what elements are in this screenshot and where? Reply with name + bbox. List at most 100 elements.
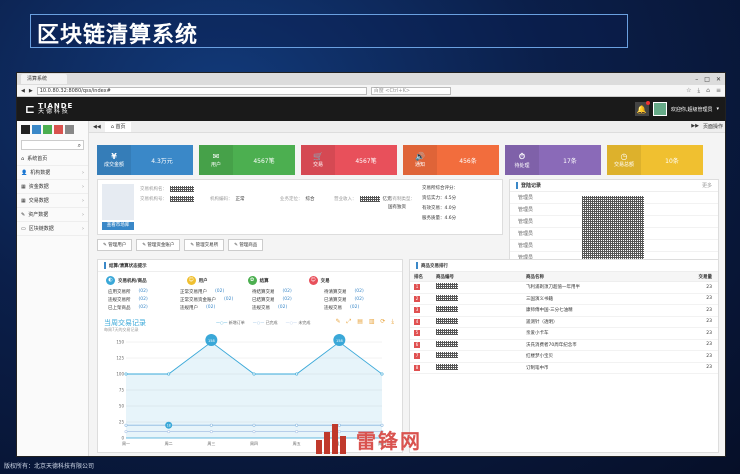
menu-icon[interactable]: ≡: [716, 87, 721, 95]
sidebar-item-label: 区块链数据: [28, 226, 54, 232]
minimize-icon[interactable]: –: [695, 76, 698, 83]
rank-row[interactable]: 2 三国演义书籍 23: [410, 294, 718, 305]
settle-item[interactable]: 已上架商品 (02): [108, 305, 180, 311]
settle-item[interactable]: 待清算交易 (02): [324, 289, 396, 295]
settle-item[interactable]: 违规交易 (02): [324, 305, 396, 311]
page-ops-menu[interactable]: 页面操作: [703, 123, 723, 130]
sidebar-item-label: 交易数据: [28, 198, 49, 204]
product-name: 沃氏消费者70周年纪念币: [526, 342, 577, 348]
stat-card[interactable]: 🛒 交易 4567笔: [301, 145, 397, 175]
blurred-code: [436, 340, 458, 347]
url-input[interactable]: 10.0.80.32:8080/qss/index#: [36, 86, 367, 95]
trade-volume: 23: [706, 353, 712, 359]
theme-swatch-green[interactable]: [43, 125, 52, 134]
stat-label: 成交金额: [103, 162, 124, 168]
info-key: 交易机构号：: [140, 197, 167, 202]
scroll-right-icon[interactable]: ▶▶: [691, 123, 699, 130]
settle-item[interactable]: 违规交易所 (02): [108, 297, 180, 303]
maximize-icon[interactable]: □: [704, 76, 710, 83]
settle-item[interactable]: 应用交易所 (02): [108, 289, 180, 295]
rank-row[interactable]: 6 沃氏消费者70周年纪念币 23: [410, 340, 718, 351]
blurred-value: [170, 186, 194, 192]
avatar[interactable]: [652, 102, 667, 116]
settle-item[interactable]: 违规交易 (02): [252, 305, 324, 311]
theme-swatches: [17, 121, 88, 138]
chevron-down-icon[interactable]: ▾: [716, 106, 719, 112]
manage-products-button[interactable]: ✎ 管理商品: [228, 239, 264, 251]
sidebar-item-blockchain[interactable]: ▭ 区块链数据 ›: [17, 222, 88, 236]
view-market-button[interactable]: 查看市场库: [102, 222, 134, 230]
settle-item[interactable]: 违规用户 (02): [180, 305, 252, 311]
manage-exchanges-button[interactable]: ✎ 管理交易所: [184, 239, 225, 251]
stat-card[interactable]: ⏱ 待处理 17条: [505, 145, 601, 175]
settle-item[interactable]: 正常交易资金账户 (02): [180, 297, 252, 303]
manage-users-button[interactable]: ✎ 管理用户: [97, 239, 133, 251]
rank-row[interactable]: 8 订制笔中币 23: [410, 363, 718, 374]
rank-number: 6: [414, 341, 420, 348]
browser-tab[interactable]: 清算系统: [21, 74, 68, 84]
rank-row[interactable]: 3 康师傅中国-三分七油精 23: [410, 305, 718, 317]
manage-accounts-button[interactable]: ✎ 管理资金账户: [136, 239, 181, 251]
settle-item[interactable]: 正常交易用户 (02): [180, 289, 252, 295]
rank-row[interactable]: 5 亲爱小卡车 23: [410, 328, 718, 340]
stat-card[interactable]: 🔊 通知 456条: [403, 145, 499, 175]
settle-category: ☺ 交易: [308, 276, 330, 285]
home-icon[interactable]: ⌂: [706, 87, 710, 95]
browser-search-input[interactable]: 百度 <Ctrl+K>: [370, 86, 451, 95]
legend-item[interactable]: —○— 已完成: [253, 320, 278, 326]
settle-item-label: 已结算交易: [252, 298, 275, 303]
rank-row[interactable]: 1 飞利浦剃须刀超值一年用半 23: [410, 282, 718, 294]
bell-icon[interactable]: 🔔: [634, 101, 650, 116]
more-link[interactable]: 更多: [702, 182, 712, 189]
theme-swatch-red[interactable]: [54, 125, 63, 134]
browser-tabbar: 清算系统 – □ ✕: [17, 73, 725, 85]
rating-key: 有效交易：: [422, 206, 445, 211]
settle-item[interactable]: 待结算交易 (02): [252, 289, 324, 295]
sidebar-item-label: 资产数据: [28, 212, 49, 218]
settle-item[interactable]: 已清算交易 (02): [324, 297, 396, 303]
trade-volume: 23: [706, 365, 712, 371]
settle-item-count: (02): [206, 305, 216, 310]
action-buttons: ✎ 管理用户 ✎ 管理资金账户 ✎ 管理交易所 ✎ 管理商品: [97, 239, 264, 251]
rank-row[interactable]: 4 遥测针（透明） 23: [410, 317, 718, 328]
close-icon[interactable]: ✕: [716, 76, 721, 83]
legend-item[interactable]: —○— 未完成: [286, 320, 311, 326]
theme-swatch-blue[interactable]: [32, 125, 41, 134]
settle-item[interactable]: 已结算交易 (02): [252, 297, 324, 303]
blurred-value: [359, 196, 380, 202]
download-icon[interactable]: ⤓: [698, 87, 701, 95]
y-tick-label: 0: [121, 436, 124, 441]
logo-sub-text: 天 德 科 技: [38, 108, 68, 115]
stat-card[interactable]: ✉ 用户 4567笔: [199, 145, 295, 175]
stat-card[interactable]: ¥ 成交金额 4.3万元: [97, 145, 193, 175]
settle-item-label: 待清算交易: [324, 290, 347, 295]
sidebar-item-home[interactable]: ⌂ 系统首页: [17, 152, 88, 166]
sidebar-item-institutions[interactable]: 👤 机构数据 ›: [17, 166, 88, 180]
sidebar-item-trades[interactable]: ▦ 交易数据 ›: [17, 194, 88, 208]
star-icon[interactable]: ☆: [686, 87, 691, 95]
rank-row[interactable]: 7 红楼梦小宝贝 23: [410, 351, 718, 363]
chart-toolbox[interactable]: ✎ ⤢ ▤ ▥ ⟳ ⤓: [336, 318, 396, 326]
stat-card[interactable]: ◷ 交易总额 10条: [607, 145, 703, 175]
legend-item[interactable]: —○— 新增订单: [216, 320, 245, 326]
panel-title: 商品交易排行: [421, 263, 448, 269]
product-name: 飞利浦剃须刀超值一年用半: [526, 285, 580, 291]
settle-item-count: (02): [138, 289, 148, 294]
back-icon[interactable]: ◀: [21, 88, 25, 94]
search-icon[interactable]: ⌕: [78, 142, 81, 150]
sidebar-search-input[interactable]: ⌕: [21, 140, 84, 150]
stat-glyph: 🔊: [415, 152, 425, 161]
tab-home[interactable]: ⌂ 首页: [104, 121, 132, 132]
rank-number: 8: [414, 364, 420, 371]
stat-icon: ¥ 成交金额: [97, 145, 131, 175]
user-label[interactable]: 欢迎你,超级管理员: [671, 106, 713, 113]
panel-title: 登陆记录: [521, 183, 542, 189]
sidebar-item-funds[interactable]: ▦ 资金数据 ›: [17, 180, 88, 194]
theme-swatch-grey[interactable]: [65, 125, 74, 134]
collapse-icon[interactable]: ◀◀: [93, 124, 101, 130]
forward-icon[interactable]: ▶: [29, 88, 33, 94]
sidebar-item-assets[interactable]: ✎ 资产数据 ›: [17, 208, 88, 222]
stat-icon: ⏱ 待处理: [505, 145, 539, 175]
theme-swatch-dark[interactable]: [21, 125, 30, 134]
data-point: [209, 430, 213, 434]
